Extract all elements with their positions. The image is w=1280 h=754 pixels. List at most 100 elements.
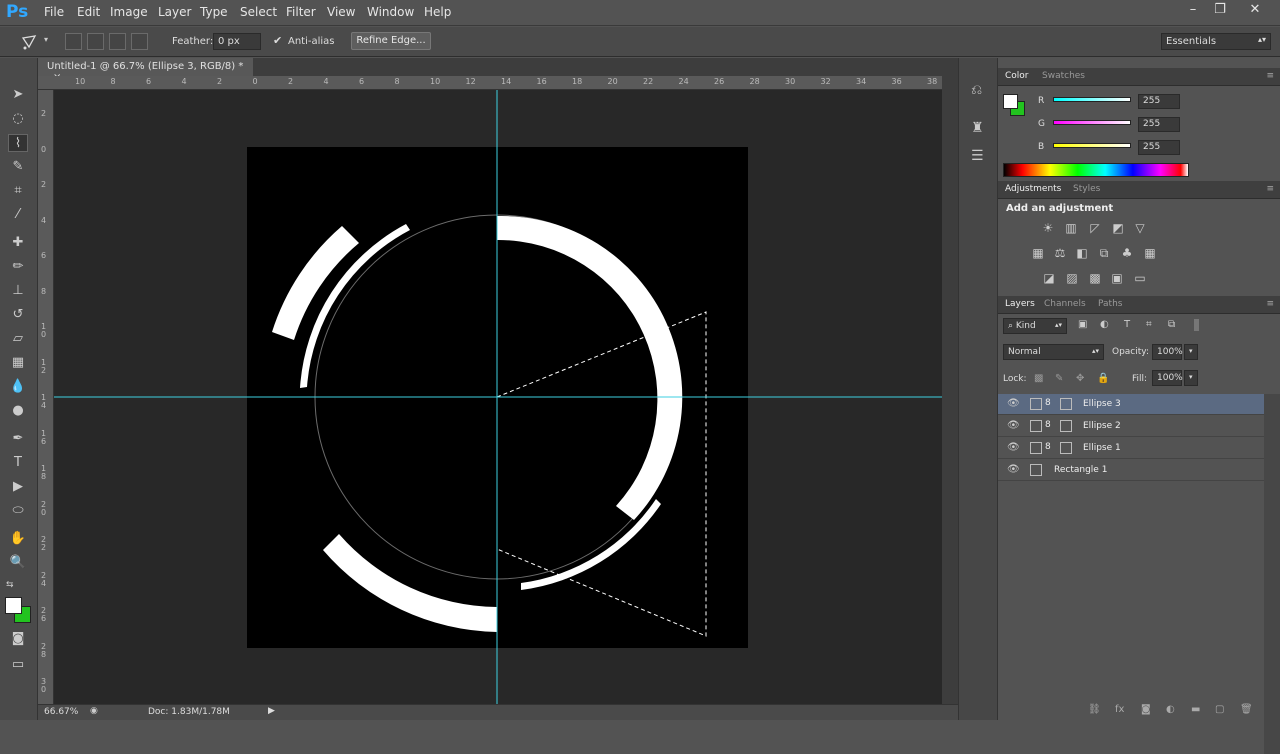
document-canvas[interactable] — [54, 90, 942, 704]
delete-layer-icon[interactable]: 🗑 — [1240, 704, 1253, 715]
opacity-input[interactable]: 100% — [1152, 344, 1183, 360]
color-foreground-swatch[interactable] — [1003, 94, 1018, 109]
vector-mask-icon[interactable] — [1060, 442, 1072, 454]
red-value[interactable]: 255 — [1138, 94, 1180, 109]
antialias-checkbox[interactable]: ✔ — [273, 34, 282, 47]
visibility-eye-icon[interactable]: 👁 — [1007, 398, 1020, 409]
gradient-map-icon[interactable]: ▭ — [1132, 271, 1148, 285]
refine-edge-button[interactable]: Refine Edge... — [351, 32, 431, 50]
tab-styles[interactable]: Styles — [1073, 184, 1100, 194]
filter-type-icon[interactable]: T — [1124, 319, 1130, 330]
add-mask-icon[interactable]: ◙ — [1141, 704, 1151, 715]
gradient-tool-icon[interactable]: ▦ — [8, 354, 28, 372]
ellipse-tool-icon[interactable]: ⬭ — [8, 502, 28, 520]
screen-mode-icon[interactable]: ▭ — [8, 656, 28, 674]
path-selection-tool-icon[interactable]: ▶ — [8, 478, 28, 496]
layer-filter-kind[interactable]: ⌕ Kind ▴▾ — [1003, 318, 1067, 334]
pen-tool-icon[interactable]: ✒ — [8, 430, 28, 448]
menu-filter[interactable]: Filter — [286, 5, 316, 19]
properties-panel-icon[interactable]: ☰ — [971, 148, 984, 164]
zoom-tool-icon[interactable]: 🔍 — [8, 554, 28, 572]
feather-input[interactable]: 0 px — [213, 33, 261, 50]
layer-style-icon[interactable]: fx — [1115, 704, 1124, 715]
eyedropper-tool-icon[interactable]: ⁄ — [8, 206, 28, 224]
panel-menu-icon[interactable]: ≡ — [1266, 71, 1274, 81]
subtract-selection-icon[interactable] — [109, 33, 126, 50]
channel-mixer-icon[interactable]: ♣ — [1119, 246, 1135, 260]
tool-presets-icon[interactable]: ♜ — [971, 120, 984, 136]
close-button[interactable]: ✕ — [1243, 2, 1267, 17]
menu-image[interactable]: Image — [110, 5, 148, 19]
tab-layers[interactable]: Layers — [1005, 299, 1035, 309]
tab-channels[interactable]: Channels — [1044, 299, 1086, 309]
lasso-tool-preset-icon[interactable] — [20, 32, 40, 52]
status-info-icon[interactable]: ◉ — [90, 706, 98, 716]
menu-file[interactable]: File — [44, 5, 64, 19]
menu-help[interactable]: Help — [424, 5, 451, 19]
horizontal-ruler[interactable]: 10 8 6 4 2 0 2 4 6 8 10 12 14 16 18 20 22 24 26 28 30 32 34 36 3… — [38, 76, 942, 90]
add-to-selection-icon[interactable] — [87, 33, 104, 50]
brightness-contrast-icon[interactable]: ☀ — [1040, 221, 1056, 235]
layer-name[interactable]: Ellipse 1 — [1083, 443, 1121, 453]
photo-filter-icon[interactable]: ⧉ — [1096, 246, 1112, 260]
menu-view[interactable]: View — [327, 5, 355, 19]
lock-transparency-icon[interactable]: ▩ — [1034, 373, 1043, 384]
filter-shape-icon[interactable]: ⌗ — [1146, 319, 1152, 330]
black-white-icon[interactable]: ◧ — [1074, 246, 1090, 260]
swap-colors-icon[interactable]: ⇆ — [6, 580, 14, 590]
move-tool-icon[interactable]: ➤ — [8, 86, 28, 104]
layer-row-ellipse-3[interactable]: 👁 8 Ellipse 3 — [998, 394, 1264, 415]
lock-position-icon[interactable]: ✥ — [1076, 373, 1084, 384]
selective-color-icon[interactable]: ▣ — [1109, 271, 1125, 285]
blue-slider[interactable] — [1053, 143, 1131, 148]
menu-type[interactable]: Type — [200, 5, 228, 19]
history-panel-icon[interactable]: ⎌ — [971, 82, 982, 98]
color-lookup-icon[interactable]: ▦ — [1142, 246, 1158, 260]
new-adjustment-layer-icon[interactable]: ◐ — [1166, 704, 1175, 715]
visibility-eye-icon[interactable]: 👁 — [1007, 464, 1020, 475]
vector-mask-icon[interactable] — [1060, 420, 1072, 432]
tab-paths[interactable]: Paths — [1098, 299, 1122, 309]
dodge-tool-icon[interactable]: ● — [8, 402, 28, 420]
marquee-tool-icon[interactable]: ◌ — [8, 110, 28, 128]
new-selection-icon[interactable] — [65, 33, 82, 50]
tab-swatches[interactable]: Swatches — [1042, 71, 1085, 81]
new-layer-icon[interactable]: ▢ — [1215, 704, 1224, 715]
tab-adjustments[interactable]: Adjustments — [1005, 184, 1061, 194]
color-spectrum[interactable] — [1003, 163, 1189, 177]
levels-icon[interactable]: ▥ — [1063, 221, 1079, 235]
polygonal-lasso-tool-icon[interactable]: ⌇ — [8, 134, 28, 152]
fill-input[interactable]: 100% — [1152, 370, 1183, 386]
vibrance-icon[interactable]: ▽ — [1132, 221, 1148, 235]
lock-all-icon[interactable]: 🔒 — [1097, 373, 1109, 384]
healing-brush-tool-icon[interactable]: ✚ — [8, 234, 28, 252]
eraser-tool-icon[interactable]: ▱ — [8, 330, 28, 348]
vector-mask-icon[interactable] — [1060, 398, 1072, 410]
panel-menu-icon[interactable]: ≡ — [1266, 184, 1274, 194]
blend-mode-select[interactable]: Normal ▴▾ — [1003, 344, 1104, 360]
canvas-workspace[interactable] — [54, 90, 942, 704]
posterize-icon[interactable]: ▨ — [1064, 271, 1080, 285]
filter-pixel-icon[interactable]: ▣ — [1078, 319, 1087, 330]
blue-value[interactable]: 255 — [1138, 140, 1180, 155]
color-balance-icon[interactable]: ⚖ — [1052, 246, 1068, 260]
history-brush-tool-icon[interactable]: ↺ — [8, 306, 28, 324]
menu-window[interactable]: Window — [367, 5, 414, 19]
layer-row-ellipse-1[interactable]: 👁 8 Ellipse 1 — [998, 438, 1264, 459]
blur-tool-icon[interactable]: 💧 — [8, 378, 28, 396]
green-slider[interactable] — [1053, 120, 1131, 125]
chevron-down-icon[interactable]: ▾ — [44, 35, 48, 44]
tab-color[interactable]: Color — [1005, 71, 1029, 81]
intersect-selection-icon[interactable] — [131, 33, 148, 50]
minimize-button[interactable]: – — [1181, 2, 1205, 17]
layer-name[interactable]: Ellipse 3 — [1083, 399, 1121, 409]
invert-icon[interactable]: ◪ — [1041, 271, 1057, 285]
brush-tool-icon[interactable]: ✏ — [8, 258, 28, 276]
link-layers-icon[interactable]: ⛓ — [1088, 704, 1101, 715]
menu-select[interactable]: Select — [240, 5, 277, 19]
crop-tool-icon[interactable]: ⌗ — [8, 182, 28, 200]
vertical-scrollbar[interactable] — [942, 76, 958, 704]
curves-icon[interactable]: ◸ — [1087, 221, 1103, 235]
filter-adjustment-icon[interactable]: ◐ — [1100, 319, 1109, 330]
visibility-eye-icon[interactable]: 👁 — [1007, 420, 1020, 431]
